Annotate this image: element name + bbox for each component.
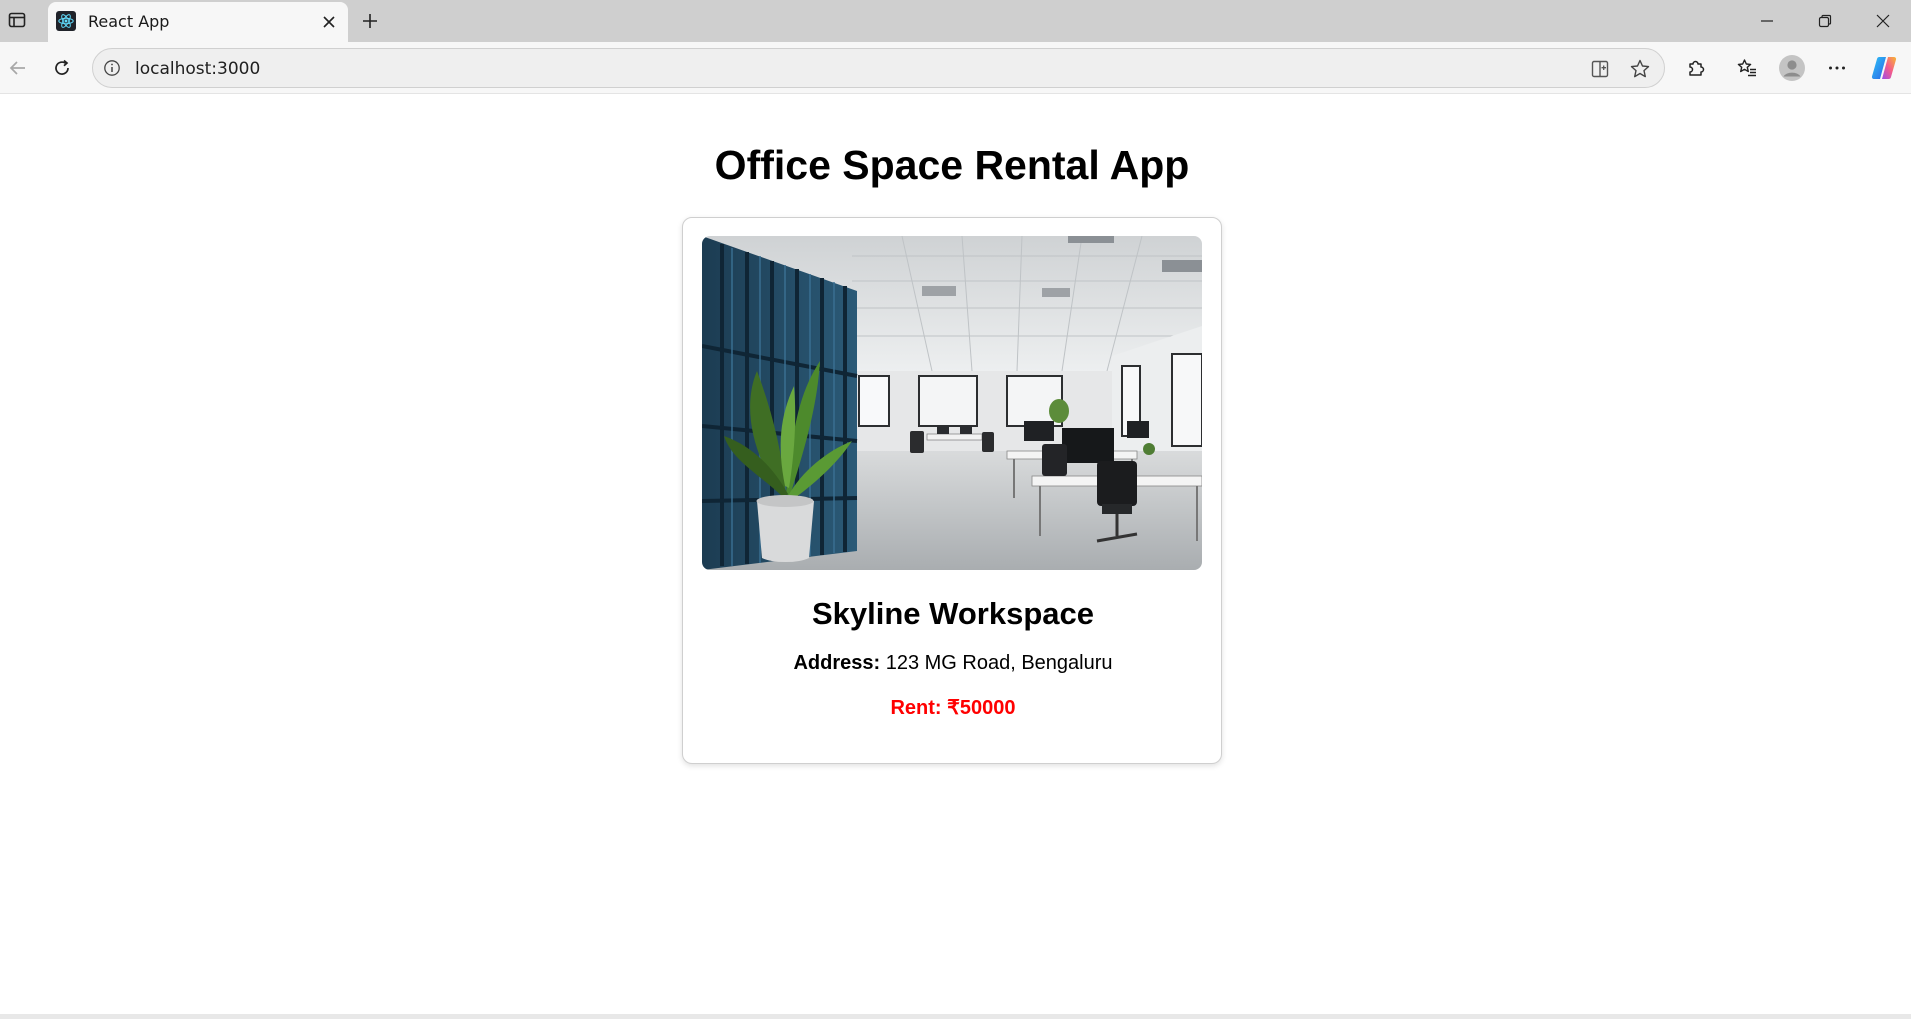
- office-rent: Rent: ₹50000: [683, 695, 1223, 720]
- address-label: Address:: [793, 652, 881, 674]
- more-icon[interactable]: [1821, 52, 1853, 84]
- browser-tab-active[interactable]: React App: [48, 2, 348, 42]
- react-icon: [56, 11, 76, 31]
- address-bar[interactable]: localhost:3000: [92, 48, 1665, 88]
- rent-label: Rent:: [890, 697, 942, 719]
- split-screen-icon[interactable]: [1587, 56, 1613, 82]
- new-tab-icon[interactable]: [356, 7, 384, 35]
- copilot-icon[interactable]: [1868, 52, 1900, 84]
- page-title: Office Space Rental App: [714, 142, 1190, 188]
- close-tab-icon[interactable]: [318, 11, 340, 33]
- address-value: 123 MG Road, Bengaluru: [885, 652, 1113, 674]
- tab-title: React App: [88, 12, 170, 31]
- star-icon[interactable]: [1627, 56, 1653, 82]
- profile-icon[interactable]: [1776, 52, 1808, 84]
- back-arrow-icon[interactable]: [2, 52, 34, 84]
- browser-toolbar: localhost:3000: [0, 42, 1911, 94]
- reload-icon[interactable]: [46, 52, 78, 84]
- office-card: Skyline Workspace Address: 123 MG Road, …: [682, 217, 1222, 764]
- close-window-icon[interactable]: [1855, 0, 1911, 42]
- tab-actions-icon[interactable]: [4, 6, 30, 34]
- office-name: Skyline Workspace: [811, 596, 1094, 631]
- info-icon[interactable]: [101, 57, 123, 79]
- office-image: [702, 236, 1202, 570]
- minimize-icon[interactable]: [1739, 0, 1795, 42]
- favorites-icon[interactable]: [1731, 52, 1763, 84]
- office-address: Address: 123 MG Road, Bengaluru: [683, 652, 1223, 675]
- rent-value: ₹50000: [947, 697, 1016, 719]
- puzzle-icon[interactable]: [1680, 52, 1712, 84]
- restore-icon[interactable]: [1797, 0, 1853, 42]
- page-viewport: Office Space Rental App Skyline Workspac…: [0, 95, 1911, 1015]
- window-bottom-edge: [0, 1014, 1911, 1019]
- browser-tab-bar: React App: [0, 0, 1911, 42]
- url-text[interactable]: localhost:3000: [135, 59, 260, 79]
